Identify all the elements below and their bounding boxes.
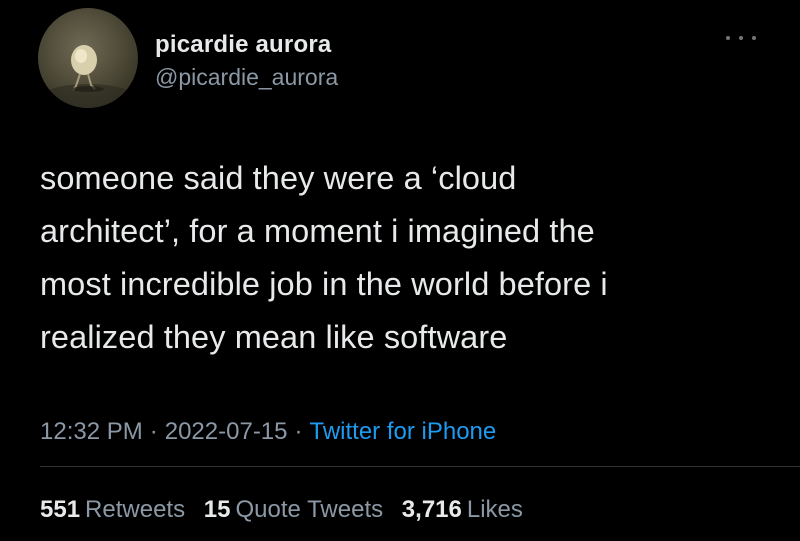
quote-tweets-label: Quote Tweets — [235, 496, 384, 523]
divider — [40, 466, 800, 467]
meta-separator: · — [149, 418, 158, 445]
likes-stat[interactable]: 3,716 Likes — [402, 496, 523, 523]
dot — [752, 36, 756, 40]
tweet-date[interactable]: 2022-07-15 — [165, 418, 288, 445]
tweet-card: picardie aurora @picardie_aurora someone… — [0, 0, 800, 541]
likes-count: 3,716 — [401, 496, 462, 523]
tweet-time[interactable]: 12:32 PM — [40, 418, 143, 445]
retweets-label: Retweets — [85, 496, 186, 523]
tweet-meta: 12:32 PM · 2022-07-15 · Twitter for iPhone — [40, 416, 496, 448]
more-options-icon[interactable] — [726, 30, 756, 46]
tweet-stats: 551 Retweets 15 Quote Tweets 3,716 Likes — [40, 494, 535, 526]
tweet-text: someone said they were a ‘cloud architec… — [40, 160, 608, 355]
user-handle[interactable]: @picardie_aurora — [155, 62, 338, 92]
likes-label: Likes — [466, 496, 523, 523]
avatar[interactable] — [38, 8, 138, 108]
dot — [726, 36, 730, 40]
quote-tweets-stat[interactable]: 15 Quote Tweets — [204, 496, 383, 523]
retweets-stat[interactable]: 551 Retweets — [40, 496, 185, 523]
kiwi-bird-painting-avatar-icon — [43, 45, 133, 108]
tweet-source-link[interactable]: Twitter for iPhone — [310, 418, 497, 445]
meta-separator: · — [294, 418, 303, 445]
display-name[interactable]: picardie aurora — [155, 30, 338, 60]
user-info: picardie aurora @picardie_aurora — [155, 30, 338, 92]
quote-tweets-count: 15 — [203, 496, 231, 523]
dot — [739, 36, 743, 40]
retweets-count: 551 — [40, 496, 81, 523]
